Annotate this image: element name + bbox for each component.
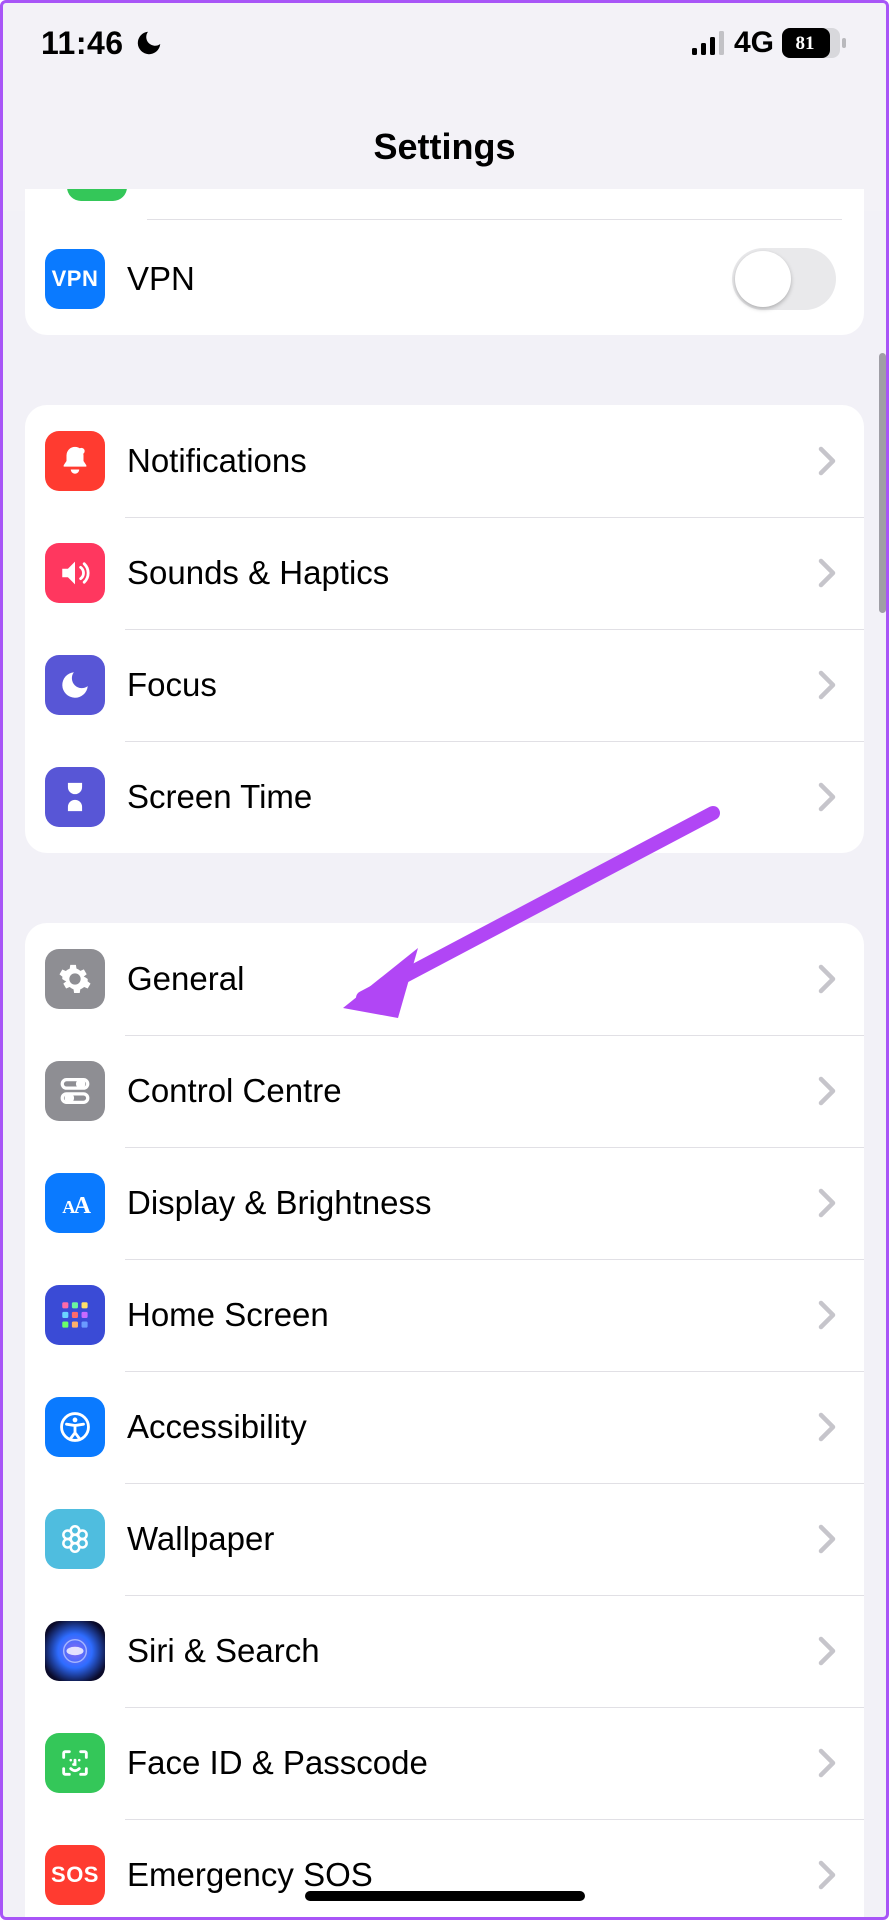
row-display-brightness[interactable]: AA Display & Brightness xyxy=(25,1147,864,1259)
row-label: Focus xyxy=(127,666,808,704)
vpn-icon: VPN xyxy=(45,249,105,309)
face-id-icon xyxy=(45,1733,105,1793)
row-emergency-sos[interactable]: SOS Emergency SOS xyxy=(25,1819,864,1917)
sos-icon: SOS xyxy=(45,1845,105,1905)
row-label: Sounds & Haptics xyxy=(127,554,808,592)
row-label: Notifications xyxy=(127,442,808,480)
row-label: Screen Time xyxy=(127,778,808,816)
status-left: 11:46 xyxy=(41,25,164,62)
chevron-right-icon xyxy=(818,1188,836,1218)
chevron-right-icon xyxy=(818,1076,836,1106)
row-accessibility[interactable]: Accessibility xyxy=(25,1371,864,1483)
row-label: VPN xyxy=(127,260,732,298)
scroll-indicator[interactable] xyxy=(879,353,886,613)
chevron-right-icon xyxy=(818,1860,836,1890)
settings-group-notifications: Notifications Sounds & Haptics Focus xyxy=(25,405,864,853)
home-screen-icon xyxy=(45,1285,105,1345)
chevron-right-icon xyxy=(818,964,836,994)
chevron-right-icon xyxy=(818,558,836,588)
chevron-right-icon xyxy=(818,1524,836,1554)
general-icon xyxy=(45,949,105,1009)
row-control-centre[interactable]: Control Centre xyxy=(25,1035,864,1147)
cellular-signal-icon xyxy=(692,31,726,55)
sos-icon-text: SOS xyxy=(51,1862,99,1888)
do-not-disturb-icon xyxy=(134,28,164,58)
row-siri-search[interactable]: Siri & Search xyxy=(25,1595,864,1707)
chevron-right-icon xyxy=(818,1300,836,1330)
settings-content: VPN VPN Notifications Sound xyxy=(3,189,886,1917)
focus-icon xyxy=(45,655,105,715)
vpn-toggle[interactable] xyxy=(732,248,836,310)
wallpaper-icon xyxy=(45,1509,105,1569)
row-label: Display & Brightness xyxy=(127,1184,808,1222)
chevron-right-icon xyxy=(818,1636,836,1666)
chevron-right-icon xyxy=(818,1412,836,1442)
row-screen-time[interactable]: Screen Time xyxy=(25,741,864,853)
row-separator xyxy=(147,219,842,220)
row-sounds-haptics[interactable]: Sounds & Haptics xyxy=(25,517,864,629)
chevron-right-icon xyxy=(818,782,836,812)
row-label: General xyxy=(127,960,808,998)
screen-time-icon xyxy=(45,767,105,827)
partial-previous-row-icon xyxy=(67,189,127,201)
siri-icon xyxy=(45,1621,105,1681)
svg-text:81: 81 xyxy=(796,33,815,54)
row-focus[interactable]: Focus xyxy=(25,629,864,741)
home-indicator[interactable] xyxy=(305,1891,585,1901)
row-label: Accessibility xyxy=(127,1408,808,1446)
toggle-knob xyxy=(735,251,791,307)
row-label: Home Screen xyxy=(127,1296,808,1334)
display-brightness-icon: AA xyxy=(45,1173,105,1233)
row-label: Siri & Search xyxy=(127,1632,808,1670)
status-bar: 11:46 4G 81 xyxy=(3,3,886,83)
row-label: Face ID & Passcode xyxy=(127,1744,808,1782)
status-time: 11:46 xyxy=(41,25,124,62)
network-type-label: 4G xyxy=(734,26,774,60)
settings-group-connectivity: VPN VPN xyxy=(25,189,864,335)
settings-group-general: General Control Centre AA Display & Brig… xyxy=(25,923,864,1917)
row-label: Emergency SOS xyxy=(127,1856,808,1894)
row-home-screen[interactable]: Home Screen xyxy=(25,1259,864,1371)
row-label: Control Centre xyxy=(127,1072,808,1110)
status-right: 4G 81 xyxy=(692,26,848,60)
chevron-right-icon xyxy=(818,1748,836,1778)
battery-icon: 81 xyxy=(782,28,848,58)
row-vpn[interactable]: VPN VPN xyxy=(25,223,864,335)
row-general[interactable]: General xyxy=(25,923,864,1035)
chevron-right-icon xyxy=(818,446,836,476)
svg-text:A: A xyxy=(74,1193,92,1219)
accessibility-icon xyxy=(45,1397,105,1457)
page-title: Settings xyxy=(373,126,515,168)
row-face-id-passcode[interactable]: Face ID & Passcode xyxy=(25,1707,864,1819)
vpn-icon-text: VPN xyxy=(52,266,99,292)
sounds-icon xyxy=(45,543,105,603)
control-centre-icon xyxy=(45,1061,105,1121)
row-wallpaper[interactable]: Wallpaper xyxy=(25,1483,864,1595)
chevron-right-icon xyxy=(818,670,836,700)
notifications-icon xyxy=(45,431,105,491)
row-notifications[interactable]: Notifications xyxy=(25,405,864,517)
row-label: Wallpaper xyxy=(127,1520,808,1558)
